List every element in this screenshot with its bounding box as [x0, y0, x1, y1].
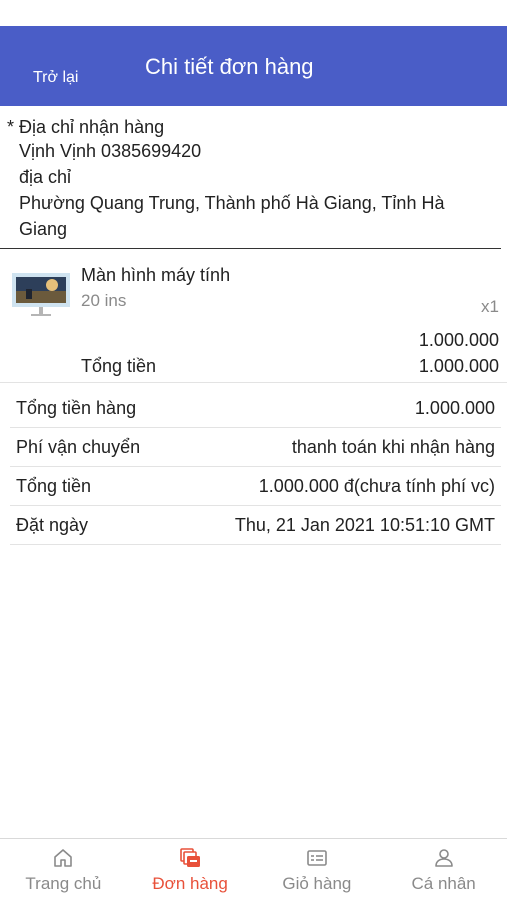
tab-label: Giỏ hàng: [282, 874, 352, 893]
recipient-name-phone: Vịnh Vịnh 0385699420: [19, 141, 202, 161]
tab-label: Trang chủ: [25, 874, 102, 893]
summary-value: 1.000.000 đ(chưa tính phí vc): [258, 475, 495, 496]
product-price: 1.000.000: [418, 330, 499, 350]
item-total-value: 1.000.000: [418, 356, 499, 376]
tab-profile[interactable]: Cá nhân: [380, 839, 507, 900]
summary-row-total: Tổng tiền 1.000.000 đ(chưa tính phí vc): [10, 467, 501, 506]
status-bar: [0, 0, 507, 26]
item-total-label: Tổng tiền: [81, 356, 157, 376]
cart-icon: [307, 850, 327, 866]
monitor-image: [12, 273, 70, 316]
product-variant: 20 ins: [81, 291, 127, 310]
address-label: địa chỉ: [19, 167, 72, 187]
summary-label: Tổng tiền: [16, 475, 92, 496]
summary-row-subtotal: Tổng tiền hàng 1.000.000: [10, 389, 501, 428]
order-summary: Tổng tiền hàng 1.000.000 Phí vận chuyển …: [10, 389, 501, 545]
summary-label: Tổng tiền hàng: [16, 397, 137, 418]
bottom-tab-bar: Trang chủ Đơn hàng Giỏ hàng Cá nhân: [0, 838, 507, 900]
orders-icon: [180, 848, 201, 867]
app-header: Trở lại Chi tiết đơn hàng: [0, 26, 507, 106]
summary-row-order-date: Đặt ngày Thu, 21 Jan 2021 10:51:10 GMT: [10, 506, 501, 545]
summary-label: Phí vận chuyển: [16, 436, 141, 457]
shipping-address: * Địa chỉ nhận hàng Vịnh Vịnh 0385699420…: [0, 106, 501, 249]
home-icon: [54, 849, 73, 867]
user-icon: [434, 849, 453, 867]
tab-orders[interactable]: Đơn hàng: [127, 839, 254, 900]
address-line-2: Giang: [19, 219, 68, 239]
tab-label: Đơn hàng: [152, 874, 228, 893]
summary-row-shipping: Phí vận chuyển thanh toán khi nhận hàng: [10, 428, 501, 467]
summary-value: thanh toán khi nhận hàng: [291, 436, 495, 457]
summary-value: Thu, 21 Jan 2021 10:51:10 GMT: [234, 514, 495, 535]
order-item: Màn hình máy tính 20 ins x1 1.000.000 Tổ…: [0, 249, 507, 383]
summary-label: Đặt ngày: [16, 514, 89, 535]
address-heading: * Địa chỉ nhận hàng: [7, 117, 165, 137]
product-quantity: x1: [481, 297, 499, 316]
page-title: Chi tiết đơn hàng: [145, 54, 314, 79]
product-name: Màn hình máy tính: [81, 265, 231, 285]
tab-label: Cá nhân: [411, 874, 476, 893]
summary-value: 1.000.000: [414, 397, 495, 418]
tab-home[interactable]: Trang chủ: [0, 839, 127, 900]
address-line-1: Phường Quang Trung, Thành phố Hà Giang, …: [19, 193, 445, 213]
tab-cart[interactable]: Giỏ hàng: [254, 839, 381, 900]
back-button[interactable]: Trở lại: [33, 69, 78, 87]
